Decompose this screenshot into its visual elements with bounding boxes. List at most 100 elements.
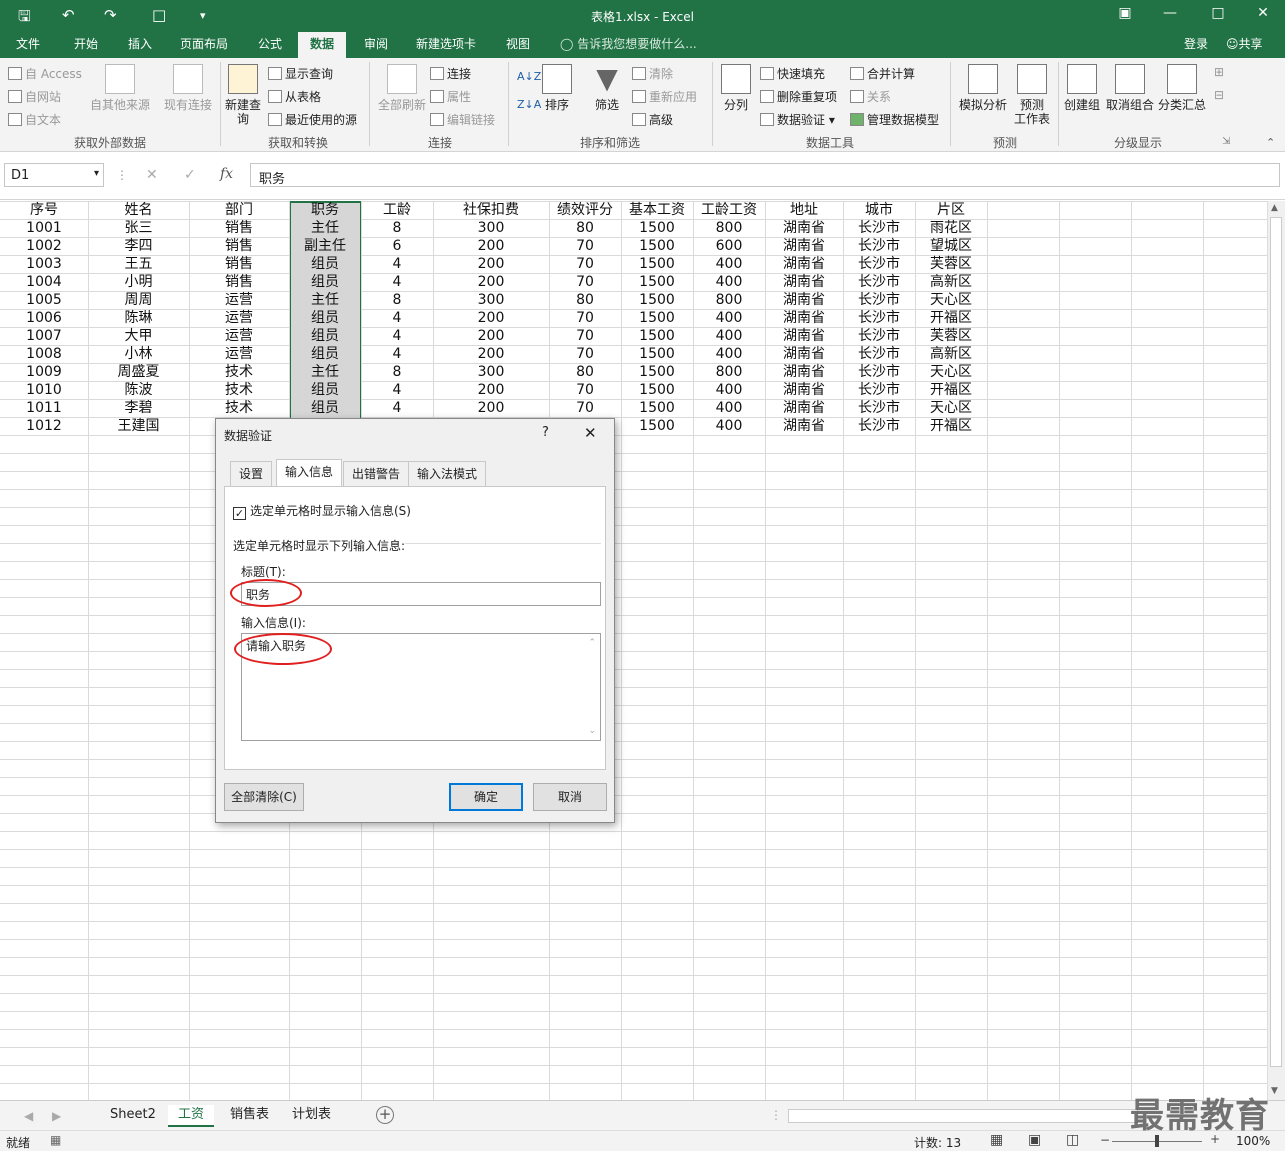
table-cell[interactable]: 小明	[88, 273, 189, 291]
table-cell[interactable]: 200	[433, 255, 549, 273]
table-cell[interactable]: 400	[693, 345, 765, 363]
table-cell[interactable]: 1500	[621, 273, 693, 291]
table-cell[interactable]: 长沙市	[843, 381, 915, 399]
collapse-ribbon-icon[interactable]: ⌃	[1266, 136, 1275, 149]
table-cell[interactable]: 技术	[189, 381, 289, 399]
tab-review[interactable]: 审阅	[360, 32, 392, 58]
text-to-columns-button[interactable]: 分列	[718, 64, 754, 112]
tab-home[interactable]: 开始	[70, 32, 102, 58]
table-cell[interactable]: 湖南省	[765, 273, 843, 291]
table-cell[interactable]: 天心区	[915, 363, 987, 381]
table-cell[interactable]: 小林	[88, 345, 189, 363]
table-cell[interactable]: 雨花区	[915, 219, 987, 237]
new-query-button[interactable]: 新建查询	[224, 64, 262, 126]
what-if-analysis-button[interactable]: 模拟分析	[956, 64, 1010, 112]
advanced-filter-button[interactable]: 高级	[632, 111, 673, 128]
table-cell[interactable]: 副主任	[289, 237, 361, 255]
remove-duplicates-button[interactable]: 删除重复项	[760, 88, 837, 105]
table-cell[interactable]: 主任	[289, 291, 361, 309]
group-button[interactable]: 创建组	[1062, 64, 1102, 112]
from-other-sources-button[interactable]: 自其他来源	[88, 64, 152, 112]
table-cell[interactable]: 200	[433, 399, 549, 417]
clear-all-button[interactable]: 全部清除(C)	[224, 783, 304, 811]
table-cell[interactable]: 600	[693, 237, 765, 255]
ungroup-button[interactable]: 取消组合	[1104, 64, 1156, 112]
table-cell[interactable]: 80	[549, 219, 621, 237]
table-cell[interactable]: 组员	[289, 309, 361, 327]
table-cell[interactable]: 长沙市	[843, 327, 915, 345]
table-cell[interactable]: 1010	[0, 381, 88, 399]
table-cell[interactable]: 70	[549, 327, 621, 345]
table-cell[interactable]: 1500	[621, 219, 693, 237]
refresh-all-button[interactable]: 全部刷新	[374, 64, 430, 112]
table-cell[interactable]: 1006	[0, 309, 88, 327]
table-cell[interactable]: 80	[549, 291, 621, 309]
tab-ime-mode[interactable]: 输入法模式	[408, 461, 487, 487]
column-header-cell[interactable]: 姓名	[88, 201, 189, 219]
column-header-cell[interactable]: 社保扣费	[433, 201, 549, 219]
from-text-button[interactable]: 自文本	[8, 111, 61, 128]
table-cell[interactable]: 1500	[621, 345, 693, 363]
table-cell[interactable]: 技术	[189, 363, 289, 381]
table-cell[interactable]: 湖南省	[765, 291, 843, 309]
column-header-cell[interactable]: 序号	[0, 201, 88, 219]
worksheet-grid[interactable]: 序号 姓名 部门 职务 工龄 社保扣费 绩效评分 基本工资 工龄工资 地址 城市 片区 1001 张三 销售…	[0, 201, 1267, 1100]
table-cell[interactable]: 李四	[88, 237, 189, 255]
macro-record-icon[interactable]: ▦	[50, 1133, 61, 1147]
table-cell[interactable]: 8	[361, 291, 433, 309]
table-cell[interactable]: 周周	[88, 291, 189, 309]
sheet-tab-salary[interactable]: 工资	[168, 1105, 215, 1127]
table-cell[interactable]: 湖南省	[765, 345, 843, 363]
table-cell[interactable]: 70	[549, 273, 621, 291]
table-cell[interactable]: 芙蓉区	[915, 255, 987, 273]
table-cell[interactable]: 湖南省	[765, 417, 843, 435]
table-cell[interactable]: 天心区	[915, 399, 987, 417]
column-header-cell[interactable]: 基本工资	[621, 201, 693, 219]
table-cell[interactable]: 长沙市	[843, 273, 915, 291]
scroll-up-icon[interactable]: ▲	[1271, 203, 1278, 213]
table-cell[interactable]: 开福区	[915, 381, 987, 399]
table-cell[interactable]: 1500	[621, 381, 693, 399]
table-cell[interactable]: 高新区	[915, 273, 987, 291]
normal-view-icon[interactable]: ▦	[990, 1132, 1003, 1148]
table-cell[interactable]: 70	[549, 237, 621, 255]
table-cell[interactable]: 1500	[621, 255, 693, 273]
table-cell[interactable]: 长沙市	[843, 309, 915, 327]
table-cell[interactable]: 开福区	[915, 309, 987, 327]
existing-connections-button[interactable]: 现有连接	[160, 64, 216, 112]
tab-input-message[interactable]: 输入信息	[276, 459, 343, 487]
table-cell[interactable]: 1500	[621, 309, 693, 327]
manage-data-model-button[interactable]: 管理数据模型	[850, 111, 939, 128]
tab-page-layout[interactable]: 页面布局	[176, 32, 232, 58]
recent-sources-button[interactable]: 最近使用的源	[268, 111, 357, 128]
table-cell[interactable]: 200	[433, 309, 549, 327]
table-cell[interactable]: 大甲	[88, 327, 189, 345]
dialog-launcher-icon[interactable]: ⇲	[1222, 136, 1230, 147]
table-cell[interactable]: 70	[549, 309, 621, 327]
insert-function-icon[interactable]: fx	[220, 166, 233, 182]
table-cell[interactable]: 70	[549, 345, 621, 363]
table-cell[interactable]: 400	[693, 399, 765, 417]
table-cell[interactable]: 400	[693, 417, 765, 435]
table-cell[interactable]: 周盛夏	[88, 363, 189, 381]
tab-file[interactable]: 文件	[12, 32, 44, 58]
scroll-down-icon[interactable]: ⌄	[588, 726, 596, 736]
table-cell[interactable]: 湖南省	[765, 381, 843, 399]
table-cell[interactable]: 长沙市	[843, 219, 915, 237]
table-cell[interactable]: 80	[549, 363, 621, 381]
table-cell[interactable]: 王五	[88, 255, 189, 273]
table-cell[interactable]: 1500	[621, 291, 693, 309]
table-cell[interactable]: 组员	[289, 255, 361, 273]
table-cell[interactable]: 张三	[88, 219, 189, 237]
table-cell[interactable]: 1500	[621, 237, 693, 255]
table-cell[interactable]: 1004	[0, 273, 88, 291]
tab-data[interactable]: 数据	[298, 32, 347, 58]
minimize-icon[interactable]: —	[1150, 5, 1190, 21]
login-link[interactable]: 登录	[1180, 32, 1212, 58]
table-cell[interactable]: 湖南省	[765, 237, 843, 255]
table-cell[interactable]: 销售	[189, 237, 289, 255]
table-cell[interactable]: 4	[361, 309, 433, 327]
forecast-sheet-button[interactable]: 预测 工作表	[1012, 64, 1052, 126]
next-sheet-icon[interactable]: ▶	[52, 1109, 61, 1123]
table-cell[interactable]: 70	[549, 255, 621, 273]
